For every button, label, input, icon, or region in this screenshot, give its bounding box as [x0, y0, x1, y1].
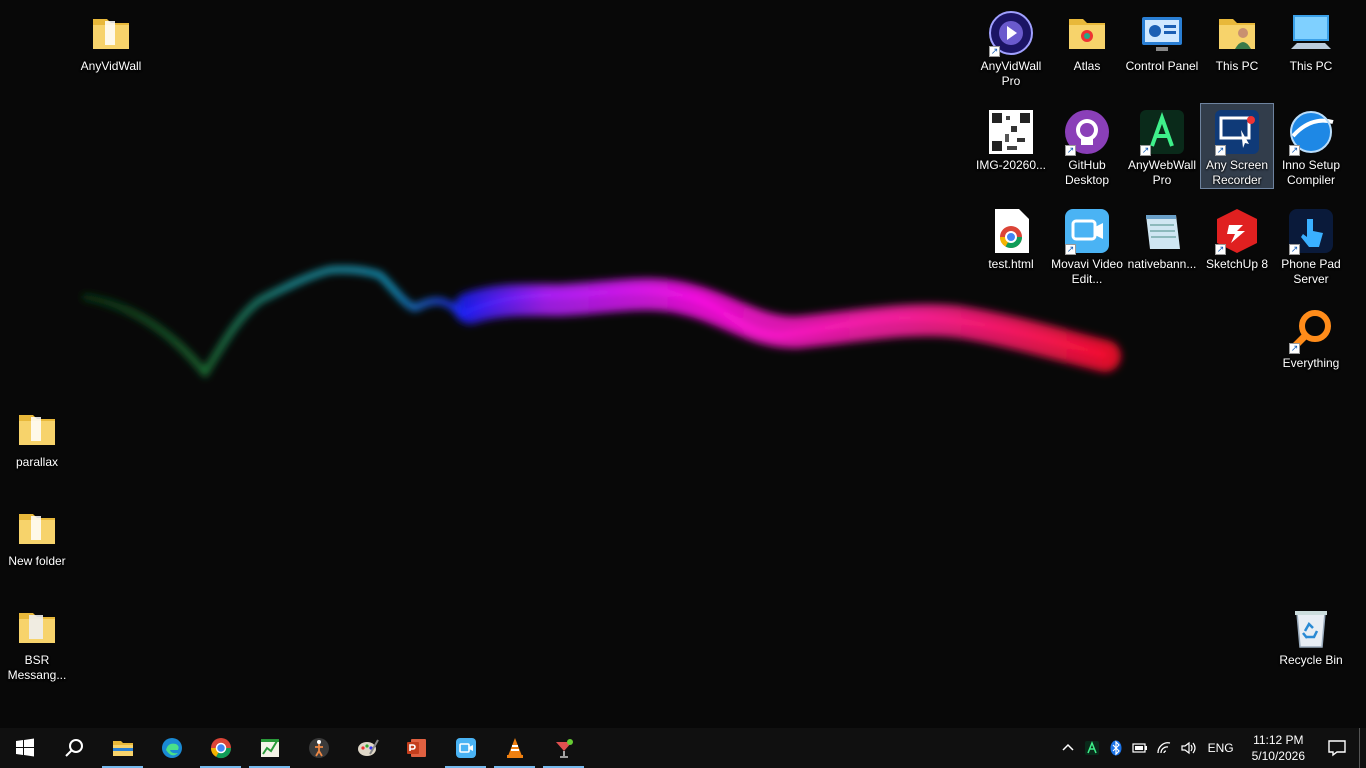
- language-indicator[interactable]: ENG: [1200, 741, 1242, 755]
- taskbar: ENG 11:12 PM 5/10/2026: [0, 728, 1366, 768]
- desktop-icon-any-screen-recorder[interactable]: ↗ Any Screen Recorder: [1200, 103, 1274, 189]
- volume-icon[interactable]: [1176, 728, 1200, 768]
- shortcut-arrow-icon: ↗: [1289, 145, 1300, 156]
- desktop-icon-test-html[interactable]: test.html: [974, 202, 1048, 273]
- start-button[interactable]: [0, 728, 49, 768]
- chart-app-icon: [260, 739, 279, 757]
- desktop-icon-phone-pad-server[interactable]: ↗ Phone Pad Server: [1274, 202, 1348, 288]
- taskbar-powerpoint[interactable]: [392, 728, 441, 768]
- desktop-icon-this-pc[interactable]: This PC: [1274, 4, 1348, 75]
- desktop-icon-inno-setup[interactable]: ↗ Inno Setup Compiler: [1274, 103, 1348, 189]
- shortcut-arrow-icon: ↗: [1215, 145, 1226, 156]
- notification-center-button[interactable]: [1315, 728, 1359, 768]
- paint-app-icon: [357, 739, 379, 756]
- computer-icon: [1287, 9, 1335, 57]
- clock[interactable]: 11:12 PM 5/10/2026: [1242, 732, 1315, 764]
- taskbar-paint-app[interactable]: [343, 728, 392, 768]
- desktop-icon-new-folder[interactable]: New folder: [0, 499, 74, 570]
- control-panel-icon: [1138, 9, 1186, 57]
- taskbar-vlc[interactable]: [490, 728, 539, 768]
- desktop-icon-anywebwall-pro[interactable]: ↗ AnyWebWall Pro: [1125, 103, 1199, 189]
- anywebwall-icon: ↗: [1138, 108, 1186, 156]
- notification-icon: [1328, 740, 1346, 757]
- anyvidwall-pro-icon: ↗: [987, 9, 1035, 57]
- system-tray: ENG 11:12 PM 5/10/2026: [1056, 728, 1366, 768]
- folder-icon: [13, 504, 61, 552]
- taskbar-recorder-app[interactable]: [441, 728, 490, 768]
- search-button[interactable]: [49, 728, 98, 768]
- shortcut-arrow-icon: ↗: [989, 46, 1000, 57]
- shortcut-arrow-icon: ↗: [1289, 244, 1300, 255]
- edge-icon: [161, 738, 182, 758]
- desktop-icon-everything[interactable]: ↗ Everything: [1274, 301, 1348, 372]
- recorder-app-icon: [455, 738, 476, 758]
- desktop-icon-control-panel[interactable]: Control Panel: [1125, 4, 1199, 75]
- desktop-icon-anyvidwall-pro[interactable]: ↗ AnyVidWall Pro: [974, 4, 1048, 90]
- folder-icon: [1063, 9, 1111, 57]
- chevron-up-icon[interactable]: [1056, 728, 1080, 768]
- shortcut-arrow-icon: ↗: [1215, 244, 1226, 255]
- anywebwall-tray-icon[interactable]: [1080, 728, 1104, 768]
- desktop-icon-nativebanner[interactable]: nativebann...: [1125, 202, 1199, 273]
- taskbar-figure-app[interactable]: [294, 728, 343, 768]
- taskbar-file-explorer[interactable]: [98, 728, 147, 768]
- desktop-icon-parallax[interactable]: parallax: [0, 400, 74, 471]
- desktop-icon-github-desktop[interactable]: ↗ GitHub Desktop: [1050, 103, 1124, 189]
- bluetooth-icon[interactable]: [1104, 728, 1128, 768]
- taskbar-edge[interactable]: [147, 728, 196, 768]
- chrome-icon: [210, 738, 231, 759]
- folder-icon: [13, 603, 61, 651]
- desktop-icon-atlas[interactable]: Atlas: [1050, 4, 1124, 75]
- desktop-icon-anyvidwall[interactable]: AnyVidWall: [74, 4, 148, 75]
- battery-icon[interactable]: [1128, 728, 1152, 768]
- figure-app-icon: [308, 738, 329, 758]
- file-explorer-icon: [112, 741, 133, 756]
- user-folder-icon: [1213, 9, 1261, 57]
- recycle-bin-icon: [1287, 603, 1335, 651]
- taskbar-chrome[interactable]: [196, 728, 245, 768]
- show-desktop-button[interactable]: [1359, 728, 1366, 768]
- wifi-icon[interactable]: [1152, 728, 1176, 768]
- github-icon: ↗: [1063, 108, 1111, 156]
- desktop-icon-sketchup[interactable]: ↗ SketchUp 8: [1200, 202, 1274, 273]
- taskbar-chart-app[interactable]: [245, 728, 294, 768]
- desktop-icon-recycle-bin[interactable]: Recycle Bin: [1274, 598, 1348, 669]
- clock-time: 11:12 PM: [1253, 733, 1304, 747]
- powerpoint-icon: [406, 739, 426, 757]
- shortcut-arrow-icon: ↗: [1289, 343, 1300, 354]
- search-icon: [64, 739, 83, 757]
- everything-search-icon: ↗: [1287, 306, 1335, 354]
- sketchup-icon: ↗: [1213, 207, 1261, 255]
- movavi-icon: ↗: [1063, 207, 1111, 255]
- windows-icon: [15, 738, 34, 757]
- shortcut-arrow-icon: ↗: [1065, 145, 1076, 156]
- desktop-icon-img-file[interactable]: IMG-20260...: [974, 103, 1048, 174]
- folder-icon: [13, 405, 61, 453]
- desktop-icon-user-folder[interactable]: This PC: [1200, 4, 1274, 75]
- vlc-icon: [506, 738, 523, 758]
- cocktail-app-icon: [555, 739, 573, 758]
- chrome-html-icon: [987, 207, 1035, 255]
- folder-icon: [87, 9, 135, 57]
- inno-setup-icon: ↗: [1287, 108, 1335, 156]
- phone-pad-icon: ↗: [1287, 207, 1335, 255]
- screen-recorder-icon: ↗: [1213, 108, 1261, 156]
- shortcut-arrow-icon: ↗: [1065, 244, 1076, 255]
- shortcut-arrow-icon: ↗: [1140, 145, 1151, 156]
- qr-image-icon: [987, 108, 1035, 156]
- clock-date: 5/10/2026: [1251, 749, 1305, 763]
- taskbar-cocktail-app[interactable]: [539, 728, 588, 768]
- desktop-icon-movavi[interactable]: ↗ Movavi Video Edit...: [1050, 202, 1124, 288]
- desktop-icon-bsr-messenger[interactable]: BSR Messang...: [0, 598, 74, 684]
- notepad-icon: [1138, 207, 1186, 255]
